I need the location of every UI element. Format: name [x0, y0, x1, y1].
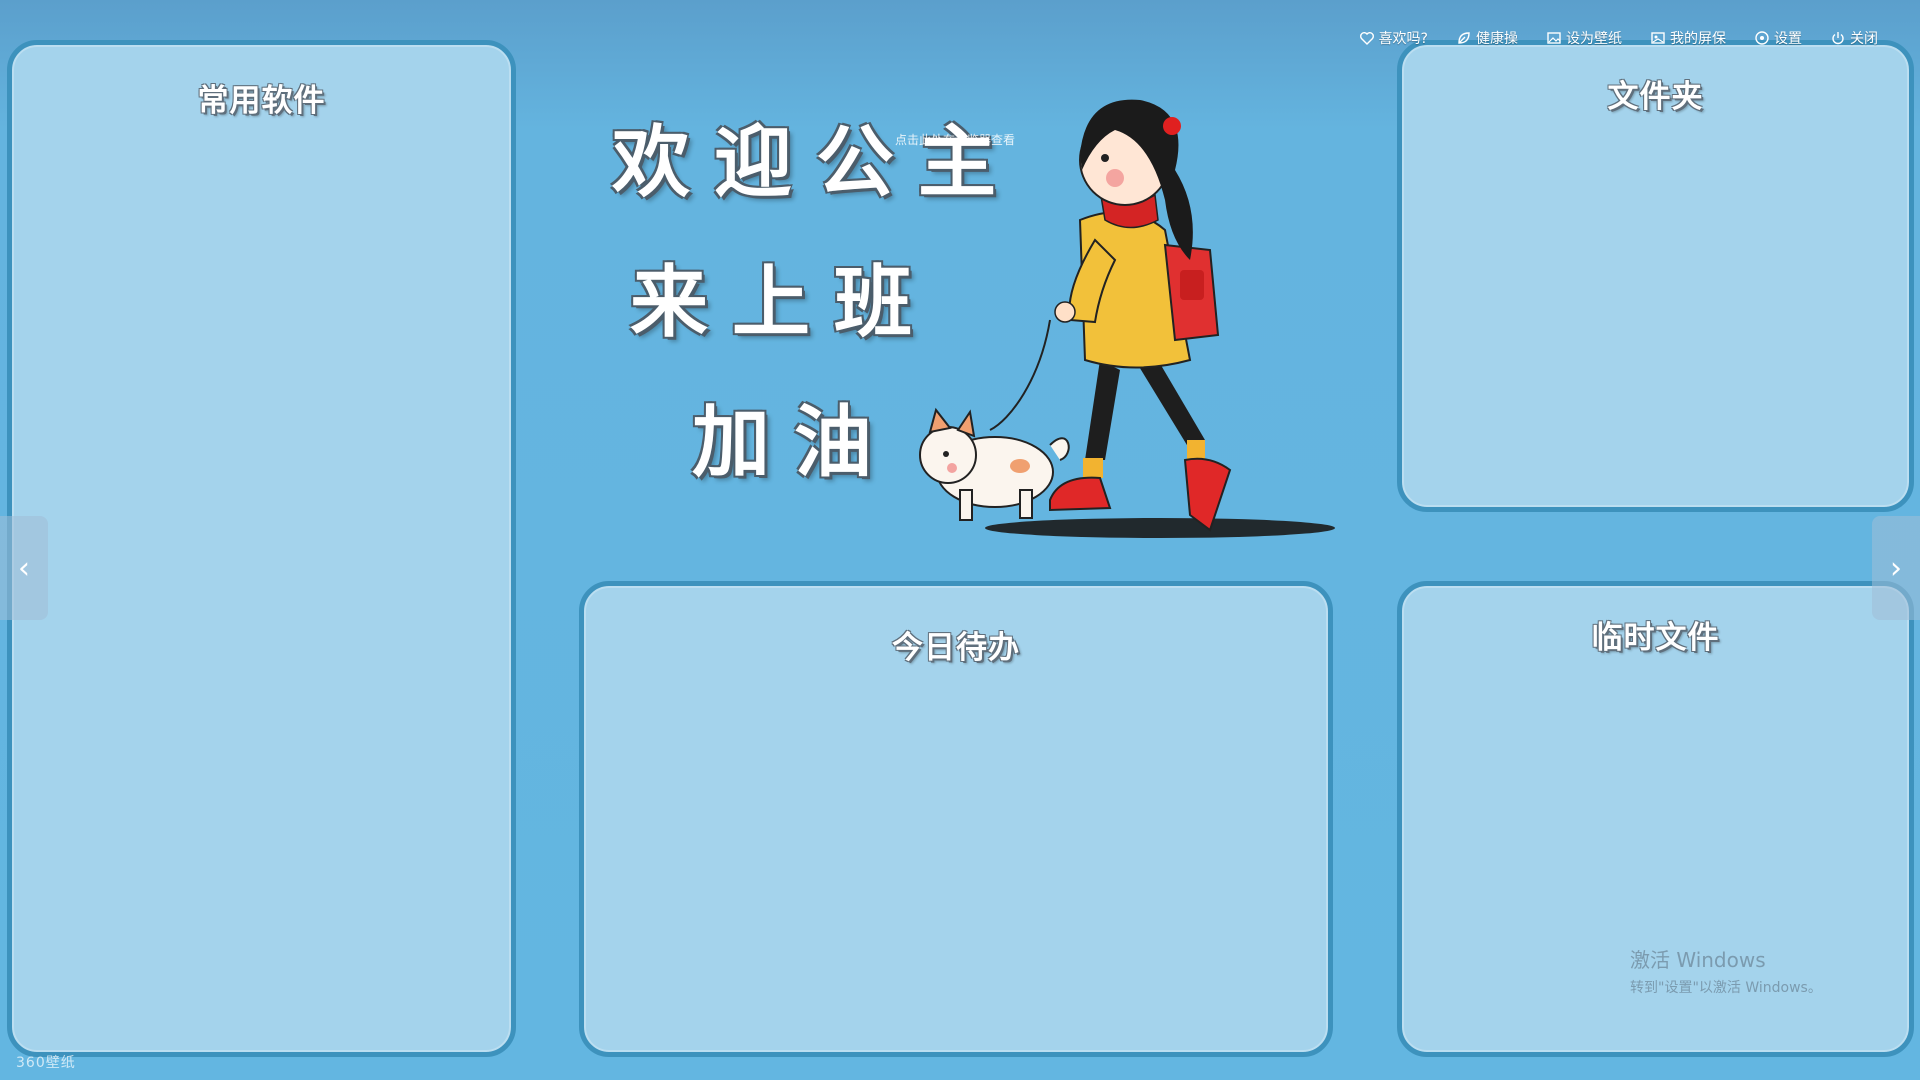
activation-subtitle: 转到"设置"以激活 Windows。: [1630, 980, 1822, 996]
close-menu-item[interactable]: 关闭: [1830, 28, 1878, 48]
previous-wallpaper-button[interactable]: ‹: [0, 516, 48, 620]
panel-title-apps: 常用软件: [197, 83, 326, 119]
leaf-icon: [1458, 32, 1470, 44]
exercise-menu-item[interactable]: 健康操: [1456, 28, 1518, 48]
screensaver-label: 我的屏保: [1670, 31, 1726, 47]
next-wallpaper-button[interactable]: ›: [1872, 516, 1920, 620]
close-label: 关闭: [1850, 31, 1878, 47]
settings-label: 设置: [1774, 31, 1802, 47]
today-todo-panel[interactable]: 今日待办: [579, 581, 1333, 1057]
panel-title-todo: 今日待办: [892, 630, 1020, 666]
power-icon: [1832, 32, 1844, 45]
screensaver-icon: [1651, 32, 1665, 44]
heart-icon: [1359, 32, 1374, 45]
folder-panel[interactable]: 文件夹: [1397, 40, 1914, 512]
screensaver-menu-item[interactable]: 我的屏保: [1650, 28, 1726, 48]
browser-view-hint[interactable]: 点击此处在浏览器查看: [895, 131, 1015, 148]
windows-activation-watermark: 激活 Windows 转到"设置"以激活 Windows。: [1630, 944, 1822, 997]
panel-title-temp: 临时文件: [1591, 620, 1720, 656]
like-label: 喜欢吗?: [1378, 31, 1428, 47]
like-menu-item[interactable]: 喜欢吗?: [1359, 28, 1428, 48]
welcome-line-3: 加油: [692, 398, 897, 488]
chevron-left-icon: ‹: [18, 550, 30, 586]
panel-title-folder: 文件夹: [1607, 79, 1704, 115]
common-software-panel[interactable]: 常用软件: [7, 40, 516, 1057]
activation-title: 激活 Windows: [1630, 948, 1766, 972]
brand-logo: 360壁纸: [16, 1055, 76, 1071]
settings-icon: [1755, 31, 1769, 45]
settings-menu-item[interactable]: 设置: [1754, 28, 1802, 48]
welcome-line-2: 来上班: [630, 258, 937, 348]
set-wallpaper-label: 设为壁纸: [1566, 31, 1622, 47]
set-wallpaper-menu-item[interactable]: 设为壁纸: [1546, 28, 1622, 48]
exercise-label: 健康操: [1476, 31, 1518, 47]
wallpaper-icon: [1547, 32, 1561, 44]
top-menu: 喜欢吗? 健康操 设为壁纸 我的屏保 设置 关闭: [1359, 28, 1878, 48]
chevron-right-icon: ›: [1890, 550, 1902, 586]
